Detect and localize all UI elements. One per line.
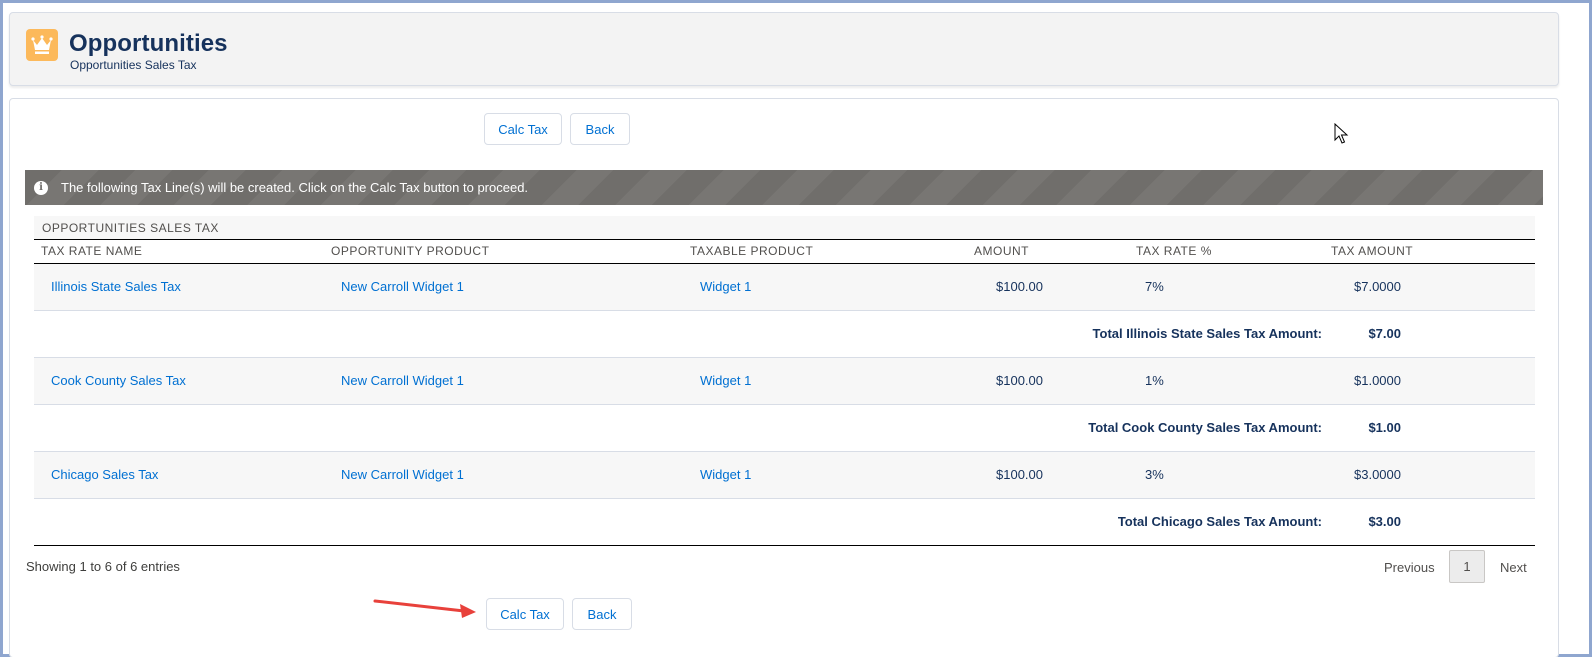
tax-rate-name-link[interactable]: Illinois State Sales Tax [51,279,181,294]
page-subtitle: Opportunities Sales Tax [70,58,197,72]
total-value: $7.00 [1368,326,1401,341]
column-header-tax-rate-name[interactable]: TAX RATE NAME [41,244,142,258]
total-label: Total Cook County Sales Tax Amount: [1088,420,1322,435]
calc-tax-button-bottom[interactable]: Calc Tax [486,598,564,630]
previous-page-button[interactable]: Previous [1384,560,1435,575]
total-label: Total Illinois State Sales Tax Amount: [1092,326,1322,341]
opportunity-product-link[interactable]: New Carroll Widget 1 [341,467,464,482]
table-row: Cook County Sales Tax New Carroll Widget… [34,358,1535,405]
total-value: $1.00 [1368,420,1401,435]
taxable-product-link[interactable]: Widget 1 [700,279,751,294]
mouse-cursor-icon [1334,123,1349,144]
column-header-tax-rate[interactable]: TAX RATE % [1136,244,1212,258]
taxable-product-link[interactable]: Widget 1 [700,467,751,482]
page-number-button[interactable]: 1 [1449,550,1485,583]
calc-tax-button-top[interactable]: Calc Tax [484,113,562,145]
total-row: Total Illinois State Sales Tax Amount: $… [34,311,1535,358]
total-value: $3.00 [1368,514,1401,529]
tax-rate-name-link[interactable]: Chicago Sales Tax [51,467,158,482]
page-title: Opportunities [69,30,228,57]
tax-lines-table: OPPORTUNITIES SALES TAX TAX RATE NAME OP… [34,216,1535,546]
page-header: Opportunities Opportunities Sales Tax [9,12,1559,86]
info-notice: i The following Tax Line(s) will be crea… [25,170,1543,205]
notice-text: The following Tax Line(s) will be create… [61,180,529,195]
column-header-opportunity-product[interactable]: OPPORTUNITY PRODUCT [331,244,489,258]
total-row: Total Cook County Sales Tax Amount: $1.0… [34,405,1535,452]
entries-info: Showing 1 to 6 of 6 entries [26,559,180,574]
tax-amount-cell: $3.0000 [1354,467,1401,482]
column-header-tax-amount[interactable]: TAX AMOUNT [1331,244,1413,258]
amount-cell: $100.00 [996,467,1043,482]
back-button-top[interactable]: Back [570,113,630,145]
table-header-row: TAX RATE NAME OPPORTUNITY PRODUCT TAXABL… [34,240,1535,264]
tax-amount-cell: $1.0000 [1354,373,1401,388]
table-row: Illinois State Sales Tax New Carroll Wid… [34,264,1535,311]
amount-cell: $100.00 [996,279,1043,294]
info-icon: i [34,180,48,195]
tax-rate-name-link[interactable]: Cook County Sales Tax [51,373,186,388]
taxable-product-link[interactable]: Widget 1 [700,373,751,388]
tax-rate-cell: 1% [1145,373,1164,388]
crown-icon [26,29,58,61]
column-header-taxable-product[interactable]: TAXABLE PRODUCT [690,244,813,258]
column-header-amount[interactable]: AMOUNT [974,244,1029,258]
tax-rate-cell: 3% [1145,467,1164,482]
back-button-bottom[interactable]: Back [572,598,632,630]
total-label: Total Chicago Sales Tax Amount: [1117,514,1322,529]
annotation-arrow-icon [373,599,476,618]
tax-amount-cell: $7.0000 [1354,279,1401,294]
total-row: Total Chicago Sales Tax Amount: $3.00 [34,499,1535,546]
opportunity-product-link[interactable]: New Carroll Widget 1 [341,373,464,388]
table-caption: OPPORTUNITIES SALES TAX [34,216,1535,240]
next-page-button[interactable]: Next [1500,560,1527,575]
amount-cell: $100.00 [996,373,1043,388]
table-row: Chicago Sales Tax New Carroll Widget 1 W… [34,452,1535,499]
tax-rate-cell: 7% [1145,279,1164,294]
opportunity-product-link[interactable]: New Carroll Widget 1 [341,279,464,294]
